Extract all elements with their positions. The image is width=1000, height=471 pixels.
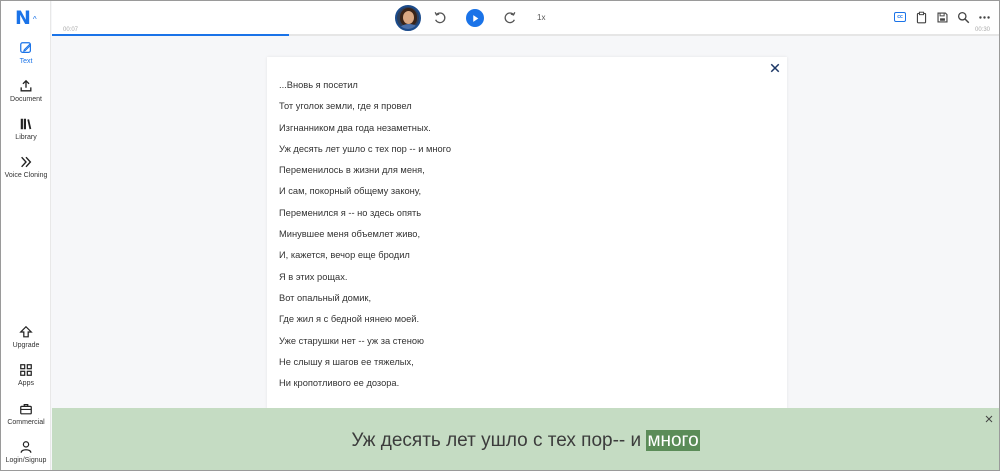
sidebar-item-label: Voice Cloning — [4, 172, 48, 179]
caption-text-before: Уж десять лет ушло с тех пор-- и — [351, 430, 647, 451]
document-line: Минувшее меня объемлет живо, — [279, 229, 421, 240]
sidebar-item-login[interactable]: Login/Signup — [1, 440, 51, 464]
play-button[interactable] — [466, 9, 484, 27]
sidebar: N ^ Text Document Library Voice Cloning … — [1, 1, 51, 470]
sidebar-item-label: Login/Signup — [5, 457, 47, 464]
sidebar-item-commercial[interactable]: Commercial — [1, 402, 51, 426]
search-button[interactable] — [956, 10, 970, 24]
document-line: Уж десять лет ушло с тех пор -- и много — [279, 143, 452, 154]
sidebar-item-label: Document — [10, 96, 42, 103]
save-button[interactable] — [935, 10, 949, 24]
time-current: 00:07 — [63, 27, 79, 33]
document-line: Тот уголок земли, где я провел — [279, 101, 412, 112]
save-icon — [936, 11, 948, 23]
forward-icon — [504, 12, 516, 24]
document-line: И сам, покорный общему закону, — [279, 186, 422, 197]
progress-bar[interactable] — [52, 34, 999, 36]
close-icon — [985, 415, 993, 423]
chevrons-right-icon — [21, 156, 32, 168]
progress-fill — [52, 34, 289, 36]
sidebar-item-library[interactable]: Library — [1, 117, 51, 141]
caption-banner: Уж десять лет ушло с тех пор-- и много — [52, 408, 999, 470]
upgrade-arrow-icon — [19, 325, 33, 338]
chevron-up-icon: ^ — [32, 14, 37, 24]
app-logo[interactable]: N ^ — [15, 8, 47, 28]
document-line: Где жил я с бедной нянею моей. — [279, 314, 420, 325]
player-bar: 1x cc 00:07 00:30 — [52, 1, 999, 36]
document-line: Ни кропотливого ее дозора. — [279, 378, 400, 389]
close-icon — [770, 63, 780, 73]
sidebar-item-upgrade[interactable]: Upgrade — [1, 325, 51, 349]
sidebar-item-document[interactable]: Document — [1, 79, 51, 103]
document-line: Вот опальный домик, — [279, 292, 372, 303]
clipboard-icon — [916, 11, 926, 23]
logo-icon: N — [15, 7, 31, 29]
sidebar-item-label: Upgrade — [12, 342, 40, 349]
apps-grid-icon — [20, 364, 32, 376]
sidebar-item-apps[interactable]: Apps — [1, 363, 51, 387]
more-button[interactable] — [977, 10, 991, 24]
sidebar-item-voice-cloning[interactable]: Voice Cloning — [1, 155, 51, 179]
caption-text: Уж десять лет ушло с тех пор-- и много — [52, 430, 999, 452]
captions-button[interactable]: cc — [893, 10, 907, 24]
voice-avatar[interactable] — [395, 5, 421, 31]
playback-speed[interactable]: 1x — [537, 13, 545, 22]
app-window: N ^ Text Document Library Voice Cloning … — [0, 0, 1000, 471]
document-line: Переменилось в жизни для меня, — [279, 165, 425, 176]
document-line: ...Вновь я посетил — [279, 80, 358, 90]
rewind-button[interactable] — [432, 10, 448, 26]
briefcase-icon — [20, 404, 32, 415]
sidebar-item-label: Text — [19, 58, 33, 65]
document-line: Изгнанником два года незаметных. — [279, 122, 431, 133]
document-line: И, кажется, вечор еще бродил — [279, 250, 410, 261]
search-icon — [957, 11, 969, 23]
document-card: ...Вновь я посетил Тот уголок земли, где … — [267, 57, 787, 409]
document-line: Не слышу я шагов ее тяжелых, — [279, 356, 414, 367]
rewind-icon — [434, 12, 446, 24]
time-total: 00:30 — [974, 27, 990, 33]
document-line: Уже старушки нет -- уж за стеною — [279, 335, 424, 346]
pencil-icon — [20, 42, 32, 53]
user-icon — [20, 441, 32, 453]
sidebar-item-label: Library — [15, 134, 37, 141]
document-line: Я в этих рощах. — [279, 271, 348, 282]
books-icon — [20, 118, 32, 130]
forward-button[interactable] — [502, 10, 518, 26]
document-text[interactable]: ...Вновь я посетил Тот уголок земли, где … — [279, 79, 451, 398]
more-icon — [978, 15, 990, 19]
clipboard-button[interactable] — [914, 10, 928, 24]
sidebar-item-text[interactable]: Text — [1, 41, 51, 65]
close-caption-button[interactable] — [984, 414, 994, 424]
close-document-button[interactable] — [769, 62, 781, 74]
play-icon — [472, 14, 478, 22]
caption-highlighted-word: много — [646, 430, 700, 451]
sidebar-item-label: Apps — [18, 380, 34, 387]
closed-captions-icon: cc — [894, 12, 906, 22]
toolbar-right: cc — [893, 10, 991, 24]
sidebar-item-label: Commercial — [7, 419, 45, 426]
upload-icon — [20, 79, 32, 92]
document-line: Переменился я -- но здесь опять — [279, 207, 422, 218]
